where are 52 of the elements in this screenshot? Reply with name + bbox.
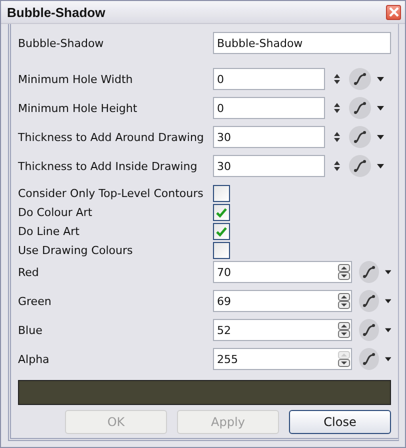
name-field[interactable]: Bubble-Shadow bbox=[213, 32, 391, 54]
spin-field[interactable]: 69 bbox=[213, 290, 352, 312]
function-curve-icon[interactable] bbox=[359, 261, 379, 283]
spin-buttons-icon[interactable] bbox=[338, 264, 350, 280]
dropdown-arrow-icon[interactable] bbox=[377, 134, 384, 140]
field-label: Alpha bbox=[18, 352, 50, 366]
checkbox-label: Do Line Art bbox=[18, 225, 80, 238]
field-label: Blue bbox=[18, 324, 44, 336]
checkbox-label: Consider Only Top-Level Contours bbox=[18, 187, 204, 200]
number-field[interactable]: 0 bbox=[213, 97, 325, 119]
checkbox[interactable] bbox=[213, 204, 230, 221]
up-down-arrows-icon[interactable] bbox=[334, 132, 340, 142]
number-field[interactable]: 0 bbox=[213, 68, 325, 90]
checkbox[interactable] bbox=[213, 185, 230, 202]
spin-field[interactable]: 255 bbox=[213, 348, 352, 370]
up-down-arrows-icon[interactable] bbox=[334, 103, 340, 113]
function-curve-icon[interactable] bbox=[349, 68, 371, 90]
field-label: Minimum Hole Width bbox=[18, 72, 134, 86]
dropdown-arrow-icon[interactable] bbox=[377, 76, 384, 82]
dropdown-arrow-icon[interactable] bbox=[384, 298, 392, 304]
spin-buttons-icon[interactable] bbox=[338, 322, 350, 338]
function-curve-icon[interactable] bbox=[349, 155, 371, 177]
spin-buttons-icon[interactable] bbox=[338, 293, 350, 309]
dropdown-arrow-icon[interactable] bbox=[377, 106, 384, 110]
function-curve-icon[interactable] bbox=[359, 290, 379, 312]
window-title: Bubble-Shadow bbox=[7, 4, 106, 20]
checkbox-label: Use Drawing Colours bbox=[18, 244, 134, 257]
checkbox-label: Do Colour Art bbox=[18, 206, 94, 219]
up-down-arrows-icon[interactable] bbox=[334, 161, 340, 171]
checkbox[interactable] bbox=[213, 223, 230, 240]
checkbox[interactable] bbox=[213, 242, 230, 259]
spin-field[interactable]: 70 bbox=[213, 261, 352, 283]
field-label: Green bbox=[18, 294, 52, 308]
field-label: Minimum Hole Height bbox=[18, 102, 138, 114]
dialog-button[interactable]: Close bbox=[289, 410, 391, 434]
spin-field[interactable]: 52 bbox=[213, 319, 352, 341]
number-field[interactable]: 30 bbox=[213, 126, 325, 148]
field-label: Thickness to Add Inside Drawing bbox=[18, 160, 198, 172]
dropdown-arrow-icon[interactable] bbox=[384, 356, 392, 362]
dropdown-arrow-icon[interactable] bbox=[384, 328, 392, 332]
function-curve-icon[interactable] bbox=[349, 97, 371, 119]
dropdown-arrow-icon[interactable] bbox=[377, 164, 384, 168]
number-field[interactable]: 30 bbox=[213, 155, 325, 177]
function-curve-icon[interactable] bbox=[359, 319, 379, 341]
field-label: Red bbox=[18, 266, 40, 278]
dropdown-arrow-icon[interactable] bbox=[384, 270, 392, 274]
function-curve-icon[interactable] bbox=[359, 348, 379, 370]
function-curve-icon[interactable] bbox=[349, 126, 371, 148]
field-label: Thickness to Add Around Drawing bbox=[18, 130, 205, 144]
field-label: Bubble-Shadow bbox=[18, 36, 105, 50]
close-button[interactable] bbox=[386, 4, 401, 20]
up-down-arrows-icon[interactable] bbox=[334, 74, 340, 84]
